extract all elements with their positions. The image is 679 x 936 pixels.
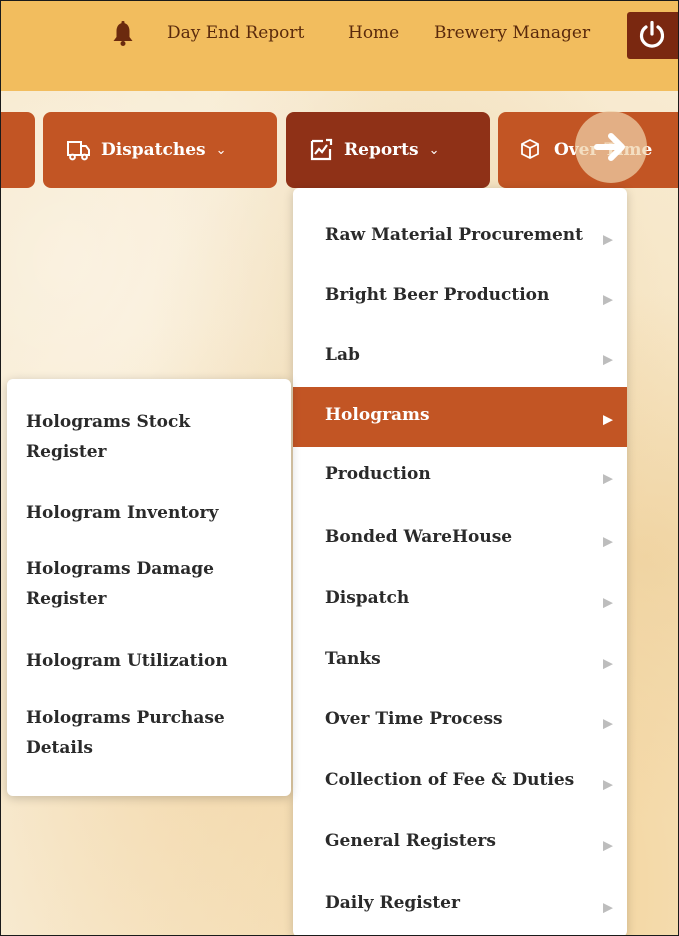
chevron-right-icon: ▶ xyxy=(603,716,613,732)
menu-item-raw-material-procurement[interactable]: Raw Material Procurement ▶ xyxy=(293,208,627,266)
chevron-right-icon: ▶ xyxy=(603,412,613,428)
menu-item-production[interactable]: Production ▶ xyxy=(293,447,627,505)
scroll-right-button[interactable] xyxy=(575,111,647,183)
holograms-submenu: Holograms Stock Register Hologram Invent… xyxy=(7,379,291,796)
menu-item-collection-of-fee-duties[interactable]: Collection of Fee & Duties ▶ xyxy=(293,753,627,811)
submenu-item-holograms-damage-register[interactable]: Holograms Damage Register xyxy=(26,554,276,614)
day-end-report-link[interactable]: Day End Report xyxy=(167,23,304,43)
menu-item-lab[interactable]: Lab ▶ xyxy=(293,328,627,386)
chevron-down-icon: ⌄ xyxy=(428,142,440,158)
chart-icon xyxy=(308,137,334,163)
chevron-right-icon: ▶ xyxy=(603,292,613,308)
truck-icon xyxy=(65,137,91,163)
menu-item-tanks[interactable]: Tanks ▶ xyxy=(293,632,627,690)
submenu-item-hologram-utilization[interactable]: Hologram Utilization xyxy=(26,646,276,676)
top-bar: Day End Report Home Brewery Manager xyxy=(1,1,678,91)
menu-item-holograms[interactable]: Holograms ▶ xyxy=(293,387,627,447)
menu-item-over-time-process[interactable]: Over Time Process ▶ xyxy=(293,692,627,750)
arrow-right-icon xyxy=(592,128,630,166)
menu-item-bright-beer-production[interactable]: Bright Beer Production ▶ xyxy=(293,268,627,326)
submenu-item-hologram-inventory[interactable]: Hologram Inventory xyxy=(26,498,276,528)
box-icon xyxy=(518,137,544,163)
reports-label: Reports xyxy=(344,140,419,160)
nav-reports-button[interactable]: Reports ⌄ xyxy=(286,112,490,188)
bell-icon[interactable] xyxy=(110,21,136,47)
chevron-right-icon: ▶ xyxy=(603,471,613,487)
reports-dropdown-menu: Raw Material Procurement ▶ Bright Beer Pr… xyxy=(293,188,627,935)
menu-item-bonded-warehouse[interactable]: Bonded WareHouse ▶ xyxy=(293,510,627,568)
chevron-down-icon: ⌄ xyxy=(215,142,227,158)
home-link[interactable]: Home xyxy=(348,23,399,43)
menu-item-general-registers[interactable]: General Registers ▶ xyxy=(293,814,627,872)
power-icon xyxy=(637,20,667,50)
nav-button-previous[interactable] xyxy=(1,112,35,188)
chevron-right-icon: ▶ xyxy=(603,900,613,916)
chevron-right-icon: ▶ xyxy=(603,777,613,793)
power-button[interactable] xyxy=(627,12,678,59)
app-frame: Day End Report Home Brewery Manager Disp… xyxy=(0,0,679,936)
menu-item-dispatch[interactable]: Dispatch ▶ xyxy=(293,571,627,629)
chevron-right-icon: ▶ xyxy=(603,232,613,248)
chevron-right-icon: ▶ xyxy=(603,595,613,611)
dispatches-label: Dispatches xyxy=(101,140,206,160)
chevron-right-icon: ▶ xyxy=(603,656,613,672)
nav-dispatches-button[interactable]: Dispatches ⌄ xyxy=(43,112,277,188)
menu-item-daily-register[interactable]: Daily Register ▶ xyxy=(293,876,627,934)
chevron-right-icon: ▶ xyxy=(603,352,613,368)
submenu-item-holograms-stock-register[interactable]: Holograms Stock Register xyxy=(26,407,276,467)
chevron-right-icon: ▶ xyxy=(603,534,613,550)
submenu-item-holograms-purchase-details[interactable]: Holograms Purchase Details xyxy=(26,703,276,763)
chevron-right-icon: ▶ xyxy=(603,838,613,854)
brewery-manager-link[interactable]: Brewery Manager xyxy=(434,23,590,43)
